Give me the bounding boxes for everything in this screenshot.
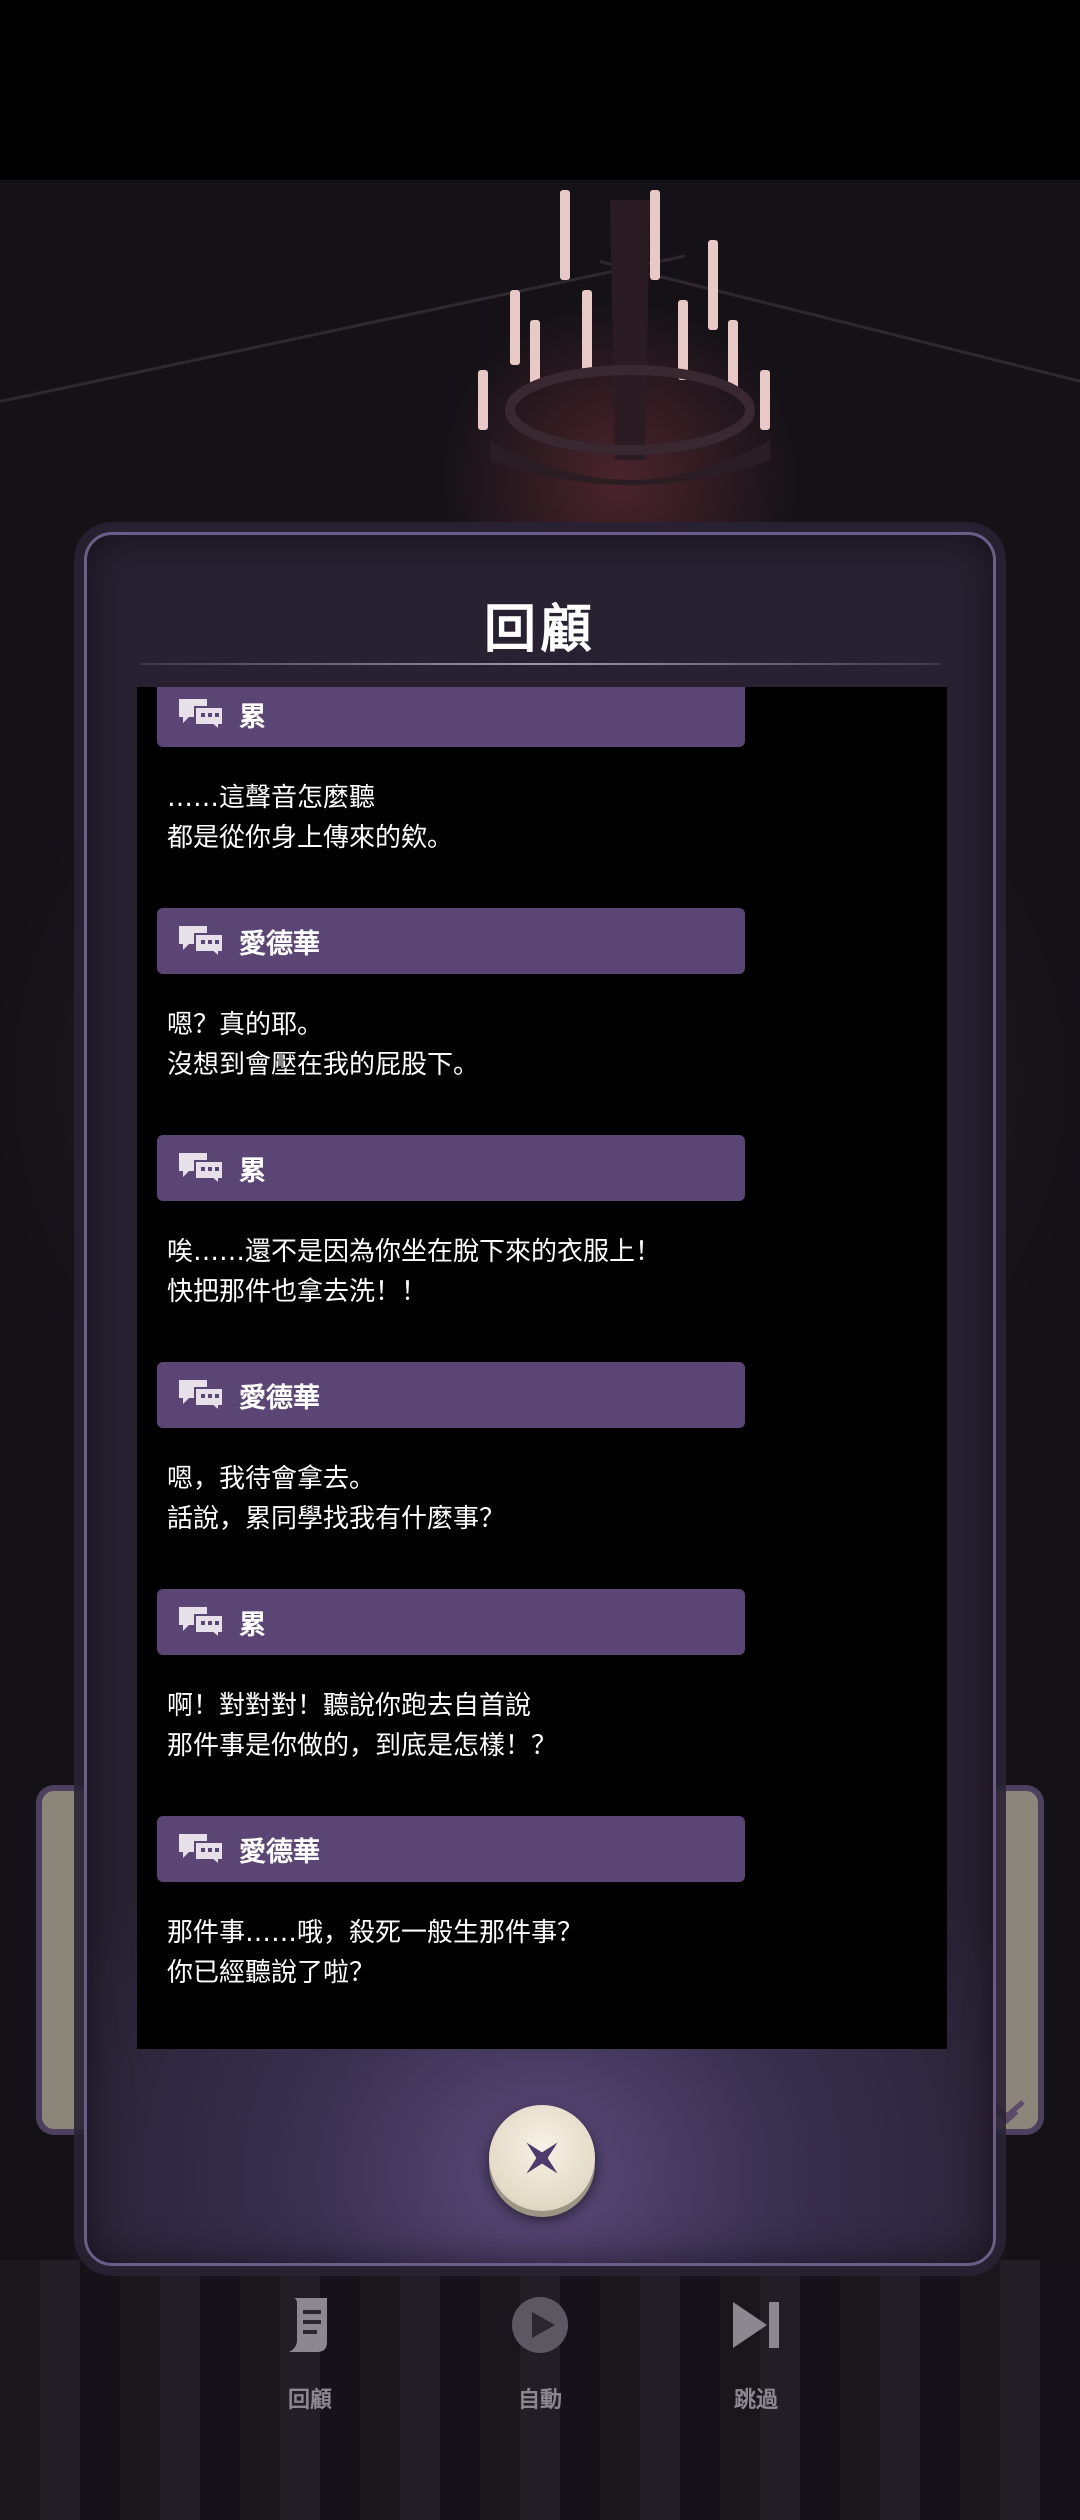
speech-bubbles-icon <box>179 699 224 731</box>
skip-button[interactable]: 跳過 <box>696 2290 816 2414</box>
backlog-modal: 回顧 累 ……這聲音怎麼聽 都是從你身上傳來的欸。 愛德華 嗯？真的耶。 沒想到… <box>84 532 996 2266</box>
dialogue-line: 嗯？真的耶。 <box>167 1010 324 1040</box>
speaker-name: 愛德華 <box>239 928 320 960</box>
play-icon <box>512 2297 568 2353</box>
dialogue-line: 你已經聽說了啦？ <box>167 1958 376 1988</box>
backlog-entry: 愛德華 那件事……哦，殺死一般生那件事？ 你已經聽說了啦？ <box>137 1816 947 2044</box>
backlog-list[interactable]: 累 ……這聲音怎麼聽 都是從你身上傳來的欸。 愛德華 嗯？真的耶。 沒想到會壓在… <box>137 687 947 2049</box>
backlog-button[interactable]: 回顧 <box>250 2290 370 2414</box>
scroll-icon <box>289 2298 327 2352</box>
dialogue-line: 話說，累同學找我有什麼事？ <box>167 1504 506 1534</box>
speaker-name: 累 <box>239 701 266 733</box>
dialogue-line: 啊！對對對！聽說你跑去自首說 <box>167 1691 532 1721</box>
dialogue-line: 那件事……哦，殺死一般生那件事？ <box>167 1918 584 1948</box>
backlog-entry: 愛德華 嗯？真的耶。 沒想到會壓在我的屁股下。 <box>137 908 947 1136</box>
speaker-name-bar: 愛德華 <box>157 1816 745 1882</box>
speech-bubbles-icon <box>179 1153 224 1185</box>
speaker-name-bar: 累 <box>157 1135 745 1201</box>
backlog-label: 回顧 <box>287 2388 332 2413</box>
backlog-entry: 愛德華 嗯，我待會拿去。 話說，累同學找我有什麼事？ <box>137 1362 947 1590</box>
speech-bubbles-icon <box>179 1380 224 1412</box>
speaker-name: 愛德華 <box>239 1382 320 1414</box>
auto-label: 自動 <box>517 2388 562 2413</box>
backlog-entry: 累 ……這聲音怎麼聽 都是從你身上傳來的欸。 <box>137 687 947 909</box>
speaker-name-bar: 累 <box>157 1589 745 1655</box>
dialogue-line: 那件事是你做的，到底是怎樣！？ <box>167 1731 558 1761</box>
backlog-entry: 累 唉……還不是因為你坐在脫下來的衣服上！ 快把那件也拿去洗！！ <box>137 1135 947 1363</box>
speaker-name-bar: 累 <box>157 687 745 747</box>
speaker-name: 愛德華 <box>239 1836 320 1868</box>
title-divider <box>141 663 941 665</box>
skip-icon <box>733 2302 779 2348</box>
speaker-name-bar: 愛德華 <box>157 908 745 974</box>
dialogue-line: 快把那件也拿去洗！！ <box>167 1277 428 1307</box>
speech-bubbles-icon <box>179 1834 224 1866</box>
bottom-action-bar: 回顧 自動 跳過 <box>0 2290 1080 2450</box>
dialogue-line: 唉……還不是因為你坐在脫下來的衣服上！ <box>167 1237 662 1267</box>
auto-button[interactable]: 自動 <box>480 2290 600 2414</box>
close-x-icon <box>526 2142 558 2174</box>
speaker-name: 累 <box>239 1155 266 1187</box>
dialogue-line: 都是從你身上傳來的欸。 <box>167 823 454 853</box>
dialogue-line: 嗯，我待會拿去。 <box>167 1464 376 1494</box>
dialogue-line: ……這聲音怎麼聽 <box>167 783 376 813</box>
skip-label: 跳過 <box>733 2388 778 2413</box>
speaker-name: 累 <box>239 1609 266 1641</box>
modal-title: 回顧 <box>483 600 596 660</box>
speaker-name-bar: 愛德華 <box>157 1362 745 1428</box>
backlog-entry: 累 啊！對對對！聽說你跑去自首說 那件事是你做的，到底是怎樣！？ <box>137 1589 947 1817</box>
chandelier-illustration <box>478 190 770 485</box>
speech-bubbles-icon <box>179 926 224 958</box>
close-button[interactable] <box>489 2105 595 2211</box>
speech-bubbles-icon <box>179 1607 224 1639</box>
dialogue-line: 沒想到會壓在我的屁股下。 <box>167 1050 480 1080</box>
